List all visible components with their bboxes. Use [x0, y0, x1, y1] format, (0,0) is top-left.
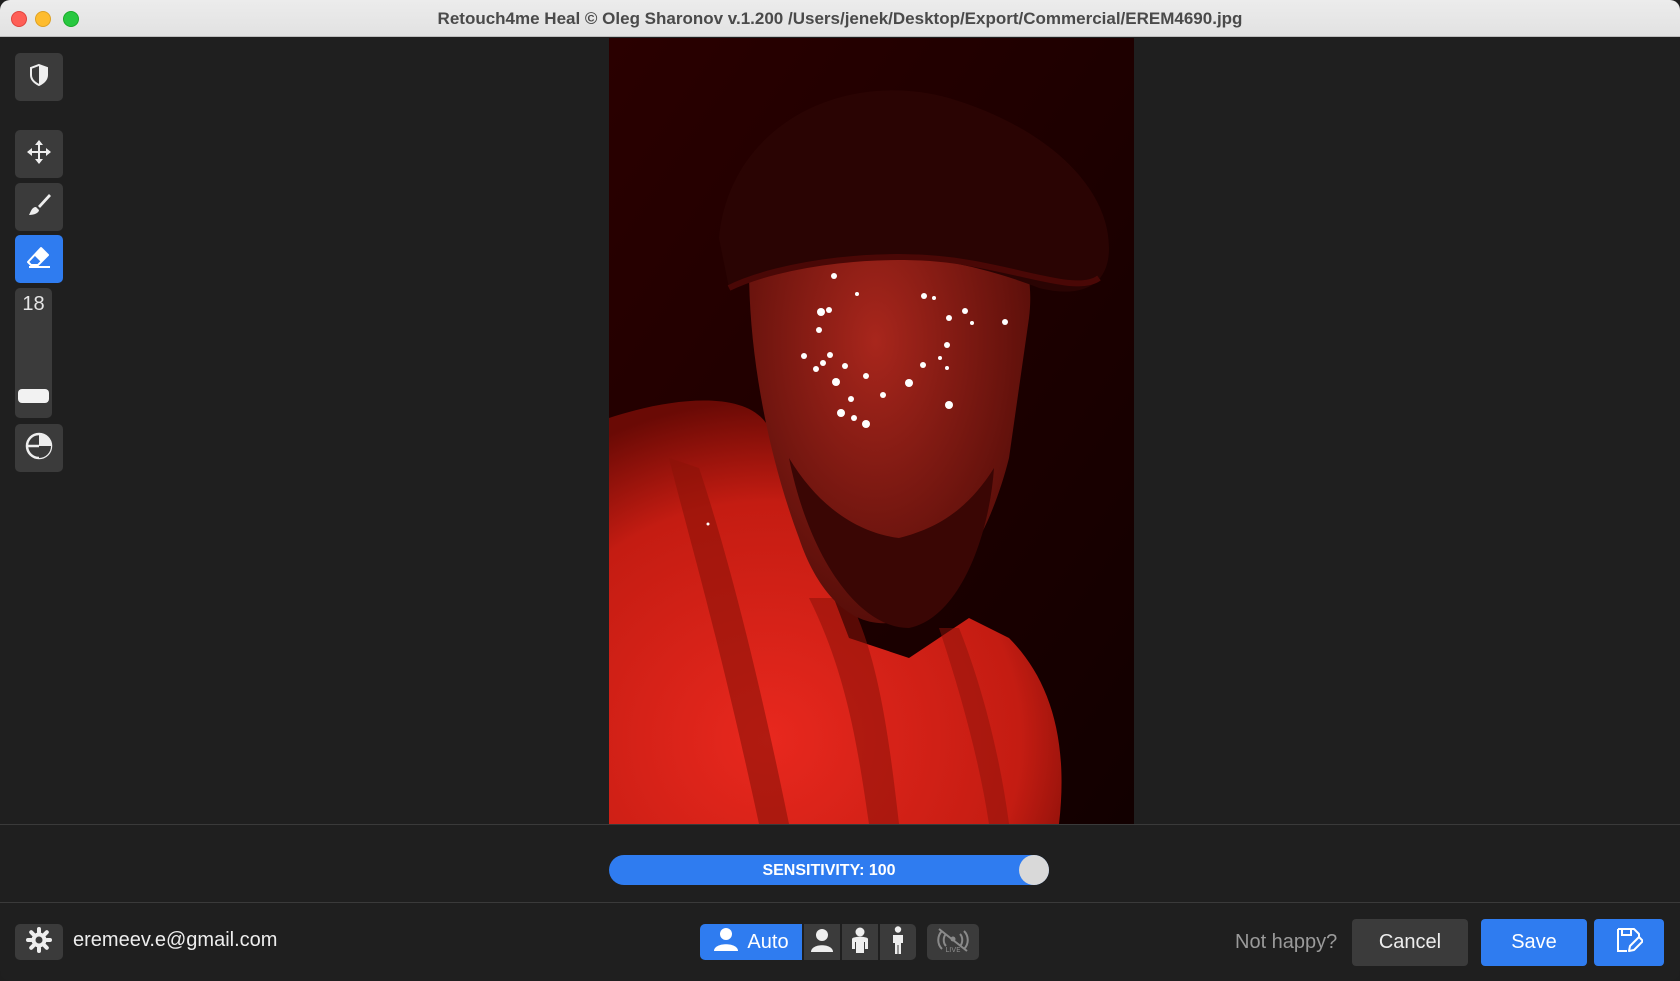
- half-body-icon: [849, 927, 871, 958]
- brush-size-value: 18: [22, 293, 45, 315]
- gear-icon: [26, 926, 52, 958]
- mask-overlay-toggle[interactable]: [15, 53, 63, 101]
- save-as-button[interactable]: [1594, 919, 1664, 966]
- mode-full-body-button[interactable]: [880, 924, 916, 960]
- brush-icon: [26, 192, 52, 223]
- move-tool[interactable]: [15, 130, 63, 178]
- mode-portrait-button[interactable]: [804, 924, 840, 960]
- account-email: eremeev.e@gmail.com: [73, 929, 278, 951]
- full-body-icon: [891, 925, 905, 959]
- shield-half-icon: [28, 63, 50, 92]
- window-title: Retouch4me Heal © Oleg Sharonov v.1.200 …: [437, 9, 1243, 28]
- portrait-icon: [810, 928, 834, 957]
- portrait-icon: [713, 927, 739, 957]
- save-button[interactable]: Save: [1481, 919, 1587, 966]
- eraser-tool[interactable]: [15, 235, 63, 283]
- save-as-icon: [1615, 926, 1644, 959]
- brush-size-handle[interactable]: [18, 388, 49, 403]
- brush-tool[interactable]: [15, 183, 63, 231]
- sensitivity-thumb[interactable]: [1019, 855, 1049, 885]
- not-happy-text: Not happy?: [1235, 931, 1338, 953]
- live-broadcast-icon: LIVE: [933, 927, 973, 958]
- mode-half-body-button[interactable]: [842, 924, 878, 960]
- mode-auto-button[interactable]: Auto: [700, 924, 802, 960]
- settings-button[interactable]: [15, 924, 63, 960]
- eraser-icon: [26, 245, 52, 274]
- move-arrows-icon: [26, 139, 52, 170]
- portrait-image: [609, 38, 1134, 824]
- live-mode-toggle[interactable]: LIVE: [927, 924, 979, 960]
- title-bar: Retouch4me Heal © Oleg Sharonov v.1.200 …: [0, 0, 1680, 37]
- footer-divider: [0, 902, 1680, 903]
- cancel-button[interactable]: Cancel: [1352, 919, 1468, 966]
- canvas-divider: [0, 824, 1680, 825]
- contrast-circle-icon: [25, 432, 53, 465]
- svg-text:LIVE: LIVE: [945, 946, 960, 953]
- brush-size-slider[interactable]: 18: [15, 288, 52, 418]
- mode-auto-label: Auto: [747, 930, 789, 953]
- compare-toggle[interactable]: [15, 424, 63, 472]
- sensitivity-label: SENSITIVITY: 100: [762, 862, 896, 879]
- sensitivity-slider[interactable]: SENSITIVITY: 100: [609, 855, 1049, 885]
- app-window: Retouch4me Heal © Oleg Sharonov v.1.200 …: [0, 0, 1680, 981]
- image-canvas[interactable]: [609, 38, 1134, 824]
